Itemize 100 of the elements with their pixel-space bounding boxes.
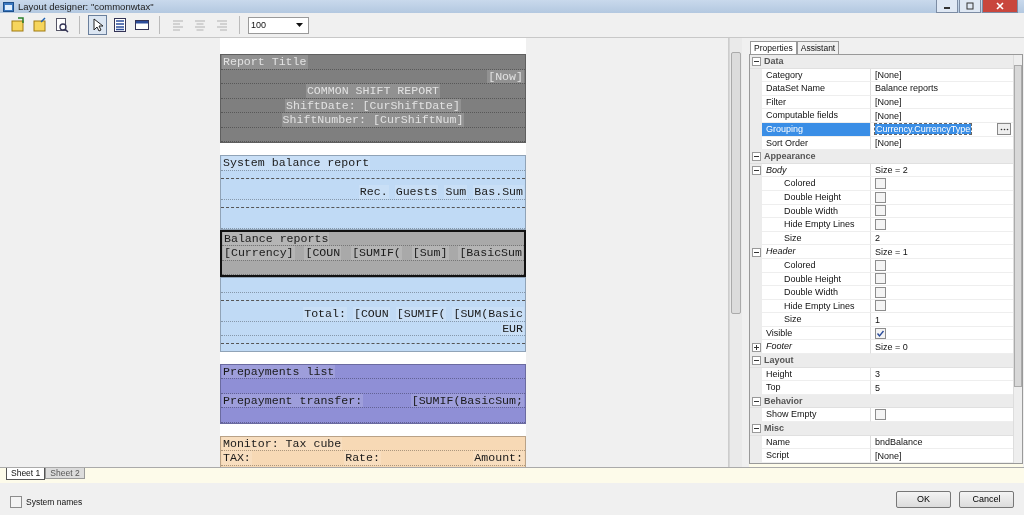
property-value: Balance reports xyxy=(875,83,939,94)
field-cell[interactable]: [BasicSum xyxy=(458,246,523,260)
property-name[interactable]: Colored xyxy=(762,177,871,191)
property-name[interactable]: Double Height xyxy=(762,190,871,205)
property-name[interactable]: Filter xyxy=(762,95,871,110)
category-label: Misc xyxy=(764,423,784,434)
property-name[interactable]: Size xyxy=(762,313,871,327)
caret-icon xyxy=(296,23,303,27)
category-header[interactable]: Data xyxy=(750,55,1013,69)
field-cell[interactable]: Balance reports xyxy=(223,231,330,245)
field-cell[interactable]: [SUMIF( xyxy=(395,307,447,321)
property-value: bndBalance xyxy=(875,436,923,447)
report-band[interactable]: Balance reports [Currency] [COUN [SUMIF( [Sum] [BasicSum xyxy=(220,229,526,277)
folder-tool-button[interactable] xyxy=(8,15,27,35)
property-name[interactable]: Double Height xyxy=(762,272,871,287)
field-cell[interactable]: Rec. xyxy=(358,185,389,199)
expander-icon[interactable] xyxy=(752,396,761,406)
cancel-button[interactable]: Cancel xyxy=(959,490,1014,508)
checkbox[interactable] xyxy=(875,409,886,421)
field-cell[interactable]: Rate: xyxy=(344,451,381,465)
property-name[interactable]: Double Width xyxy=(762,286,871,300)
field-cell[interactable]: [SUMIF( xyxy=(351,246,402,260)
close-icon xyxy=(996,2,1004,10)
property-name[interactable]: Double Width xyxy=(762,204,871,219)
expander-icon[interactable] xyxy=(752,355,761,365)
property-name[interactable]: DataSet Name xyxy=(762,82,871,96)
property-name[interactable]: Hide Empty Lines xyxy=(762,218,871,232)
expander-icon[interactable] xyxy=(752,56,761,66)
panel-tab[interactable]: Properties xyxy=(750,41,797,54)
browse-button[interactable] xyxy=(997,123,1011,136)
panel-tab[interactable]: Assistant xyxy=(796,41,840,54)
checkbox[interactable] xyxy=(875,273,886,285)
checkbox[interactable] xyxy=(875,300,886,312)
field-cell[interactable]: System balance report xyxy=(222,156,371,170)
field-cell[interactable]: Bas.Sum xyxy=(473,185,524,199)
category-label: Layout xyxy=(764,355,794,366)
property-name[interactable]: Category xyxy=(762,68,871,83)
property-name[interactable]: Body xyxy=(762,163,871,178)
checkbox[interactable] xyxy=(875,286,886,298)
sheet-tab[interactable]: Sheet 1 xyxy=(6,468,46,480)
row-header xyxy=(750,381,762,395)
report-band[interactable]: Prepayments list Prepayment transfer: [SUMIF(BasicSum; xyxy=(220,363,526,424)
checkbox[interactable] xyxy=(875,178,886,190)
field-cell[interactable]: Monitor: Tax cube xyxy=(222,436,343,450)
field-cell[interactable]: Guests xyxy=(394,185,439,199)
checkbox-label: System names xyxy=(26,497,83,507)
property-name[interactable]: Height xyxy=(762,367,871,382)
checkbox[interactable] xyxy=(10,496,22,508)
property-value: [None] xyxy=(875,450,902,461)
report-band[interactable]: Monitor: Tax cube TAX: Rate: Amount: xyxy=(220,435,526,467)
property-value: 1 xyxy=(875,314,880,325)
field-cell[interactable]: Prepayments list xyxy=(222,364,336,378)
ok-button[interactable]: OK xyxy=(896,490,951,508)
property-name[interactable]: Size xyxy=(762,231,871,246)
field-cell[interactable]: [COUN xyxy=(352,307,390,321)
field-cell[interactable]: Total: xyxy=(303,307,347,321)
property-name[interactable]: Computable fields xyxy=(762,109,871,123)
report-band[interactable]: Total: [COUN [SUMIF( [SUM(Basic EUR xyxy=(220,277,526,352)
pointer-tool-button[interactable] xyxy=(88,15,107,35)
property-value: 2 xyxy=(875,233,880,243)
report-band[interactable]: System balance report Rec. Guests Sum Bas.Sum xyxy=(220,155,526,230)
field-cell[interactable]: TAX: xyxy=(222,451,252,465)
field-cell[interactable]: EUR xyxy=(501,321,524,335)
checkbox[interactable] xyxy=(875,259,886,271)
property-name[interactable]: Top xyxy=(762,381,871,395)
field-cell[interactable]: [SUMIF(BasicSum; xyxy=(410,393,524,407)
vertical-scrollbar[interactable] xyxy=(729,38,742,467)
category-header[interactable]: Layout xyxy=(750,354,1013,368)
field-cell[interactable]: [SUM(Basic xyxy=(452,307,524,321)
row-header xyxy=(750,408,762,423)
field-cell[interactable]: Prepayment transfer: xyxy=(222,393,364,407)
category-label: Appearance xyxy=(764,151,816,162)
field-cell[interactable]: [COUN xyxy=(304,246,342,260)
field-cell[interactable]: [Currency] xyxy=(223,246,295,260)
property-name[interactable]: Visible xyxy=(762,326,871,341)
category-label: Behavior xyxy=(764,396,803,407)
property-value: [None] xyxy=(875,97,902,108)
minimize-button[interactable] xyxy=(936,0,958,13)
field-cell[interactable]: Sum xyxy=(444,185,468,199)
property-name[interactable]: Colored xyxy=(762,258,871,273)
checkbox[interactable] xyxy=(875,327,886,339)
expander-icon[interactable] xyxy=(752,151,761,161)
ellipsis-icon xyxy=(999,127,1009,131)
vertical-scrollbar[interactable] xyxy=(1013,55,1022,463)
checkbox[interactable] xyxy=(875,191,886,203)
property-name[interactable]: Header xyxy=(762,245,871,259)
category-header[interactable]: Appearance xyxy=(750,150,1013,164)
field-cell[interactable]: Amount: xyxy=(473,451,524,465)
property-name[interactable]: Script xyxy=(762,449,871,463)
checkbox[interactable] xyxy=(875,218,886,230)
zoom-dropdown[interactable]: 100 xyxy=(248,16,309,34)
category-header[interactable]: Misc xyxy=(750,422,1013,436)
field-cell[interactable]: [Sum] xyxy=(411,246,449,260)
checkbox[interactable] xyxy=(875,205,886,217)
property-name[interactable]: Name xyxy=(762,435,871,450)
sheet-tab[interactable]: Sheet 2 xyxy=(45,468,85,479)
property-name[interactable]: Hide Empty Lines xyxy=(762,299,871,314)
expander-icon[interactable] xyxy=(752,423,761,433)
property-value: Size = 0 xyxy=(875,341,908,352)
close-button[interactable] xyxy=(982,0,1018,13)
